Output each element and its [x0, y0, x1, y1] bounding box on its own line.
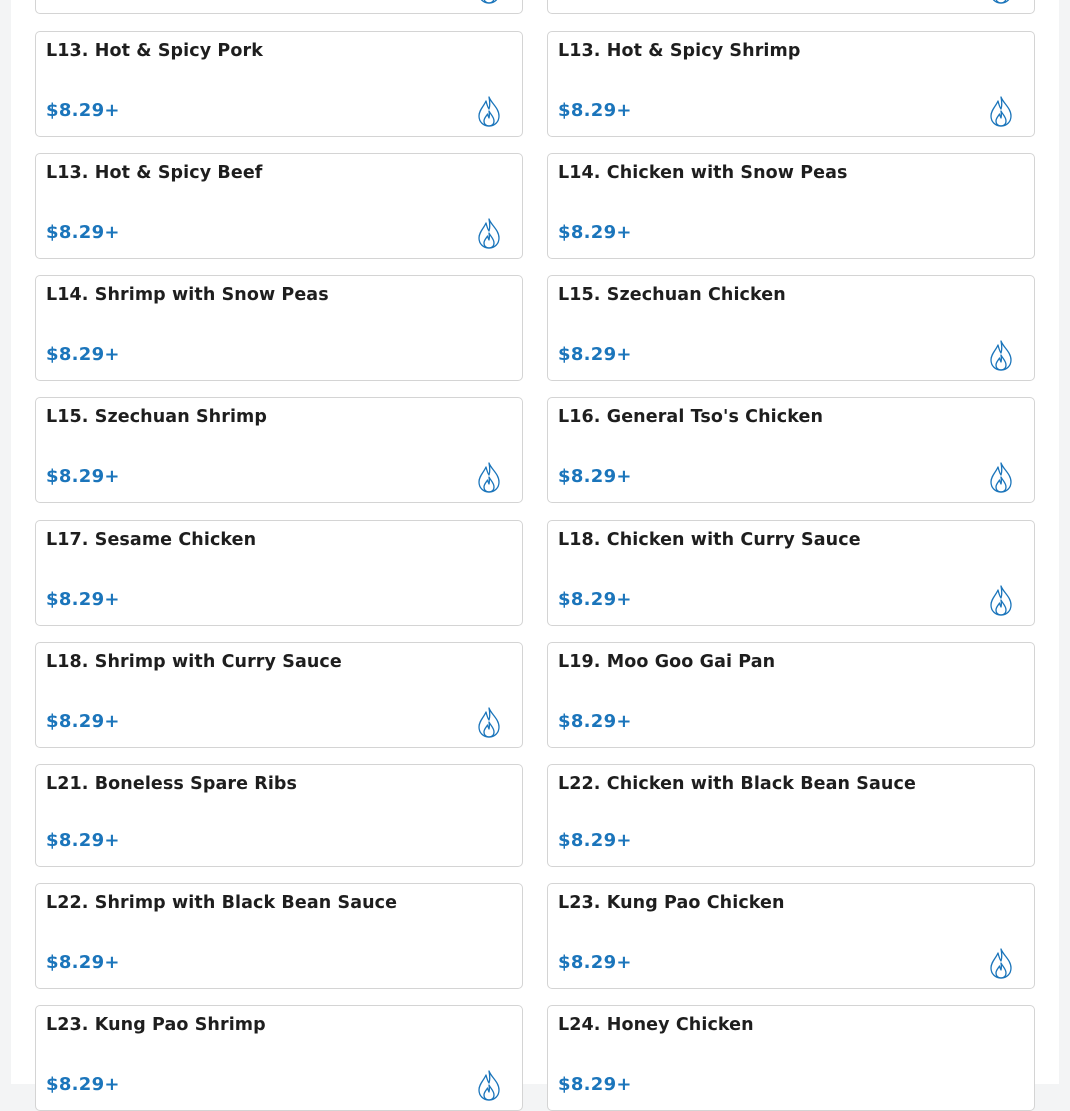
- menu-item-card[interactable]: L17. Sesame Chicken $8.29+: [35, 520, 523, 626]
- item-name: L23. Kung Pao Chicken: [558, 893, 785, 913]
- menu-item-card[interactable]: L14. Shrimp with Snow Peas $8.29+: [35, 275, 523, 381]
- spicy-flame-icon: [476, 461, 502, 493]
- item-name: L23. Kung Pao Shrimp: [46, 1015, 266, 1035]
- item-name: L24. Honey Chicken: [558, 1015, 754, 1035]
- menu-item-card[interactable]: L13. Hot & Spicy Beef $8.29+: [35, 153, 523, 259]
- item-name: L13. Hot & Spicy Shrimp: [558, 41, 801, 61]
- menu-item-card[interactable]: L18. Shrimp with Curry Sauce $8.29+: [35, 642, 523, 748]
- item-name: L14. Chicken with Snow Peas: [558, 163, 848, 183]
- spicy-flame-icon: [988, 0, 1014, 4]
- menu-item-card[interactable]: L14. Chicken with Snow Peas $8.29+: [547, 153, 1035, 259]
- menu-panel: L13. Hot & Spicy Pork $8.29+ L13. Hot & …: [11, 0, 1059, 1111]
- item-name: L18. Chicken with Curry Sauce: [558, 530, 861, 550]
- item-price: $8.29+: [558, 222, 632, 243]
- item-price: $8.29+: [46, 1074, 120, 1095]
- menu-item-card[interactable]: [547, 0, 1035, 14]
- item-price: $8.29+: [558, 466, 632, 487]
- spicy-flame-icon: [476, 0, 502, 4]
- item-price: $8.29+: [46, 466, 120, 487]
- item-price: $8.29+: [46, 222, 120, 243]
- item-name: L22. Shrimp with Black Bean Sauce: [46, 893, 398, 913]
- item-name: L15. Szechuan Chicken: [558, 285, 786, 305]
- menu-item-card[interactable]: L24. Honey Chicken $8.29+: [547, 1005, 1035, 1111]
- menu-item-card[interactable]: L21. Boneless Spare Ribs $8.29+: [35, 764, 523, 867]
- spicy-flame-icon: [988, 95, 1014, 127]
- spicy-flame-icon: [988, 947, 1014, 979]
- item-price: $8.29+: [46, 711, 120, 732]
- menu-item-card[interactable]: L16. General Tso's Chicken $8.29+: [547, 397, 1035, 503]
- item-name: L21. Boneless Spare Ribs: [46, 774, 298, 794]
- item-name: L13. Hot & Spicy Beef: [46, 163, 263, 183]
- spicy-flame-icon: [476, 1069, 502, 1101]
- item-price: $8.29+: [558, 100, 632, 121]
- menu-item-card[interactable]: L13. Hot & Spicy Shrimp $8.29+: [547, 31, 1035, 137]
- spicy-flame-icon: [476, 706, 502, 738]
- item-price: $8.29+: [46, 100, 120, 121]
- item-name: L22. Chicken with Black Bean Sauce: [558, 774, 916, 794]
- spicy-flame-icon: [476, 217, 502, 249]
- menu-item-card[interactable]: L18. Chicken with Curry Sauce $8.29+: [547, 520, 1035, 626]
- item-price: $8.29+: [46, 952, 120, 973]
- item-name: L17. Sesame Chicken: [46, 530, 257, 550]
- item-price: $8.29+: [558, 344, 632, 365]
- item-name: L18. Shrimp with Curry Sauce: [46, 652, 342, 672]
- item-price: $8.29+: [558, 1074, 632, 1095]
- item-name: L16. General Tso's Chicken: [558, 407, 824, 427]
- item-price: $8.29+: [46, 589, 120, 610]
- item-price: $8.29+: [46, 830, 120, 851]
- item-price: $8.29+: [558, 952, 632, 973]
- item-price: $8.29+: [558, 711, 632, 732]
- menu-item-card[interactable]: L15. Szechuan Chicken $8.29+: [547, 275, 1035, 381]
- spicy-flame-icon: [476, 95, 502, 127]
- menu-item-card[interactable]: L22. Shrimp with Black Bean Sauce $8.29+: [35, 883, 523, 989]
- spicy-flame-icon: [988, 461, 1014, 493]
- menu-item-card[interactable]: L23. Kung Pao Shrimp $8.29+: [35, 1005, 523, 1111]
- spicy-flame-icon: [988, 584, 1014, 616]
- menu-item-card[interactable]: L15. Szechuan Shrimp $8.29+: [35, 397, 523, 503]
- menu-item-card[interactable]: L23. Kung Pao Chicken $8.29+: [547, 883, 1035, 989]
- menu-item-card[interactable]: [35, 0, 523, 14]
- item-price: $8.29+: [558, 589, 632, 610]
- menu-item-card[interactable]: L22. Chicken with Black Bean Sauce $8.29…: [547, 764, 1035, 867]
- item-price: $8.29+: [558, 830, 632, 851]
- spicy-flame-icon: [988, 339, 1014, 371]
- item-name: L19. Moo Goo Gai Pan: [558, 652, 776, 672]
- item-name: L15. Szechuan Shrimp: [46, 407, 268, 427]
- item-name: L13. Hot & Spicy Pork: [46, 41, 263, 61]
- menu-item-card[interactable]: L19. Moo Goo Gai Pan $8.29+: [547, 642, 1035, 748]
- item-name: L14. Shrimp with Snow Peas: [46, 285, 329, 305]
- item-price: $8.29+: [46, 344, 120, 365]
- menu-item-card[interactable]: L13. Hot & Spicy Pork $8.29+: [35, 31, 523, 137]
